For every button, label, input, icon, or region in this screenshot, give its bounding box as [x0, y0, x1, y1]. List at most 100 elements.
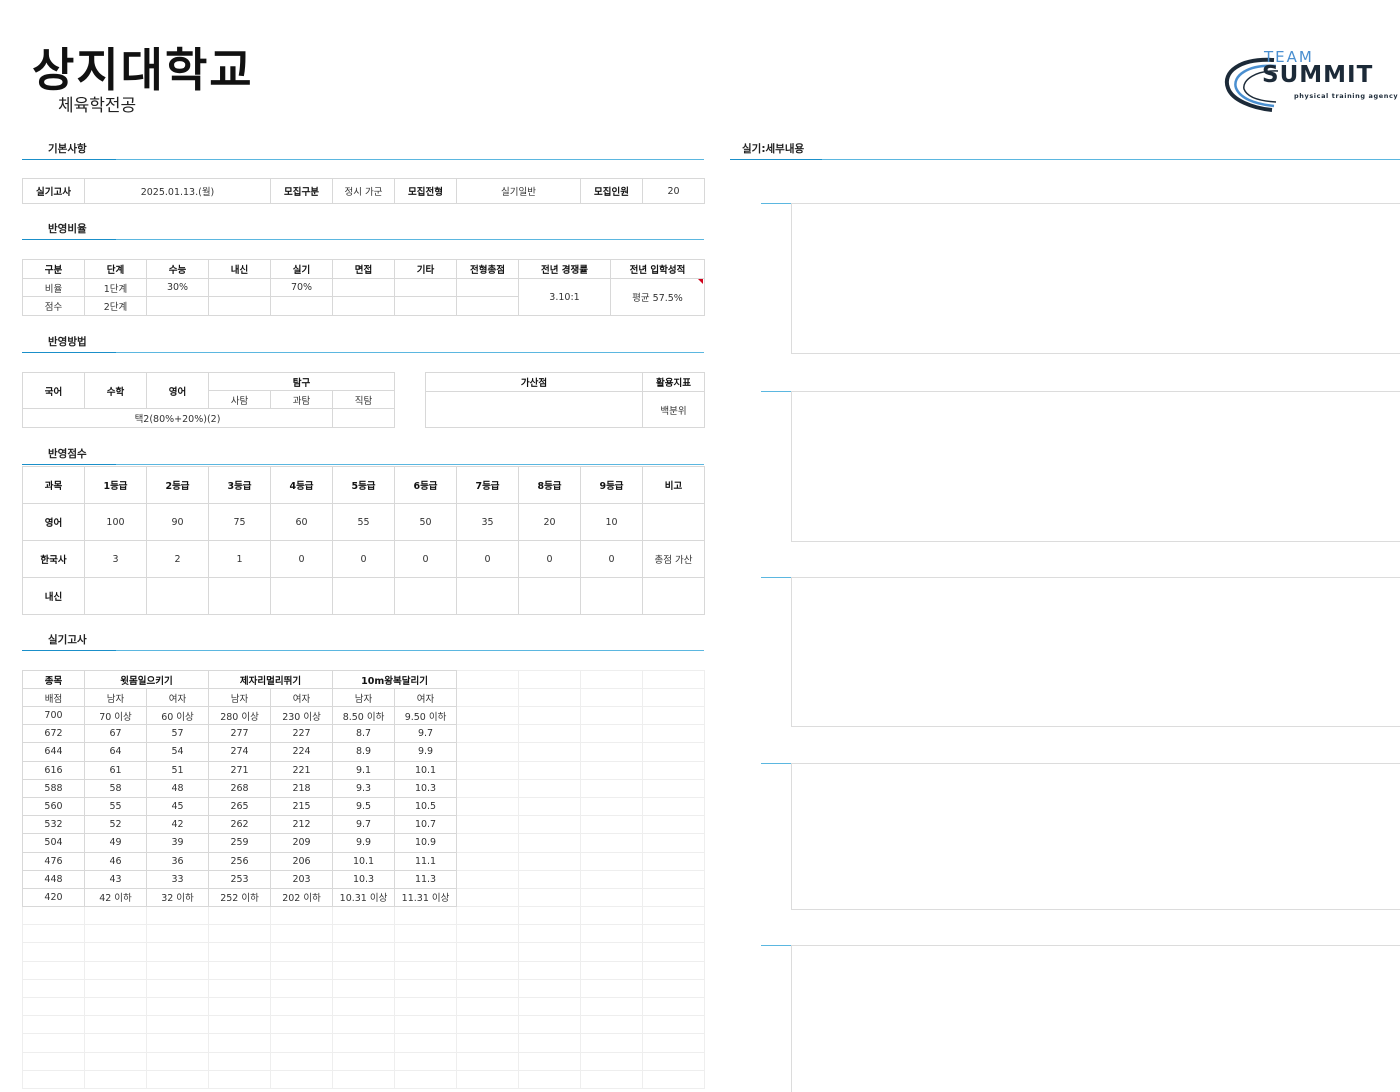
practical-cell: 221 [270, 760, 334, 780]
detail-panel-1[interactable] [791, 203, 1400, 354]
score-cell [580, 577, 643, 615]
practical-cell: 48 [145, 778, 210, 798]
empty-cell [22, 996, 85, 1017]
practical-cell: 227 [270, 724, 334, 744]
recruit-track-label: 모집전형 [394, 178, 457, 204]
empty-cell [456, 742, 520, 762]
practical-cell: 277 [208, 724, 272, 744]
score-cell: 75 [208, 503, 271, 541]
team-summit-logo: TEAM SUMMIT physical training agency [1222, 48, 1400, 112]
practical-cell: 55 [84, 796, 147, 817]
bonus-label: 가산점 [425, 372, 643, 392]
empty-cell [580, 851, 644, 871]
empty-cell [518, 688, 582, 707]
practical-cell: 230 이상 [270, 705, 334, 726]
bonus-value [425, 391, 643, 428]
ratio-cell [146, 296, 209, 316]
index-label: 활용지표 [642, 372, 705, 392]
score-header: 7등급 [456, 466, 519, 504]
practical-cell: 9.7 [394, 724, 458, 744]
score-cell: 50 [394, 503, 457, 541]
empty-cell [394, 1051, 458, 1071]
practical-cell: 36 [145, 851, 210, 871]
score-cell [394, 577, 457, 615]
practical-sex-label: 여자 [394, 688, 458, 707]
section-basic: 기본사항 [22, 142, 704, 160]
ratio-cell: 1단계 [84, 278, 147, 297]
empty-cell [642, 851, 706, 871]
score-cell: 0 [270, 540, 333, 578]
practical-cell: 54 [145, 742, 210, 762]
practical-cell: 64 [84, 742, 147, 762]
detail-panel-4[interactable] [791, 763, 1400, 910]
empty-cell [456, 760, 520, 780]
empty-cell [456, 796, 520, 817]
practical-cell: 57 [145, 724, 210, 744]
detail-panel-3[interactable] [791, 577, 1400, 727]
empty-cell [518, 906, 582, 926]
cell-comment-marker[interactable] [698, 279, 703, 284]
practical-row: 644 64 54 274 224 8.9 9.9 [22, 742, 706, 762]
practical-cell: 33 [145, 869, 210, 889]
ratio-cell [208, 296, 271, 316]
empty-cell [332, 960, 396, 980]
detail-panel-5[interactable] [791, 945, 1400, 1092]
empty-cell [518, 851, 582, 871]
recruit-track-value: 실기일반 [456, 178, 581, 204]
empty-cell [456, 815, 520, 835]
section-method-label: 반영방법 [22, 335, 116, 353]
practical-cell: 9.9 [394, 742, 458, 762]
score-cell: 0 [580, 540, 643, 578]
practical-row: 700 70 이상 60 이상 280 이상 230 이상 8.50 이하 9.50 이하 [22, 705, 706, 726]
empty-cell [332, 1051, 396, 1071]
score-cell: 0 [518, 540, 581, 578]
empty-cell [580, 670, 644, 689]
empty-cell [642, 705, 706, 726]
basic-info-table: 실기고사 2025.01.13.(월) 모집구분 정시 가군 모집전형 실기일반… [22, 178, 705, 204]
section-practical: 실기고사 [22, 633, 704, 651]
ratio-cell [332, 296, 395, 316]
score-header: 2등급 [146, 466, 209, 504]
practical-cell: 9.3 [332, 778, 396, 798]
practical-cell: 39 [145, 833, 210, 853]
empty-cell [22, 1015, 85, 1035]
method-empty-cell [331, 408, 396, 428]
empty-cell [145, 1051, 210, 1071]
empty-row [22, 996, 706, 1017]
ratio-cell: 비율 [22, 278, 85, 297]
practical-row: 588 58 48 268 218 9.3 10.3 [22, 778, 706, 798]
ratio-header: 내신 [208, 259, 271, 279]
score-subject: 내신 [22, 577, 85, 615]
empty-cell [518, 705, 582, 726]
practical-cell: 8.7 [332, 724, 396, 744]
empty-cell [642, 760, 706, 780]
recruit-type-label: 모집구분 [270, 178, 333, 204]
empty-cell [580, 705, 644, 726]
practical-cell: 70 이상 [84, 705, 147, 726]
practical-points: 560 [22, 796, 85, 817]
practical-cell: 206 [270, 851, 334, 871]
practical-row: 504 49 39 259 209 9.9 10.9 [22, 833, 706, 853]
practical-cell: 265 [208, 796, 272, 817]
score-cell [270, 577, 333, 615]
section-practical-label: 실기고사 [22, 633, 116, 651]
empty-cell [270, 906, 334, 926]
prev-admission-score: 평균 57.5% [610, 278, 705, 316]
detail-panel-2[interactable] [791, 391, 1400, 542]
empty-cell [518, 778, 582, 798]
practical-cell: 212 [270, 815, 334, 835]
score-table: 과목 1등급 2등급 3등급 4등급 5등급 6등급 7등급 8등급 9등급 비… [22, 466, 705, 615]
practical-cell: 280 이상 [208, 705, 272, 726]
quota-label: 모집인원 [580, 178, 643, 204]
score-cell: 3 [84, 540, 147, 578]
empty-cell [84, 942, 147, 962]
practical-row: 448 43 33 253 203 10.3 11.3 [22, 869, 706, 889]
empty-cell [84, 1033, 147, 1053]
practical-points: 532 [22, 815, 85, 835]
empty-cell [456, 942, 520, 962]
method-table: 국어 수학 영어 탐구 사탐 과탐 직탐 택2(80%+20%)(2) [22, 372, 396, 428]
empty-cell [22, 942, 85, 962]
empty-cell [84, 1069, 147, 1089]
ratio-header: 수능 [146, 259, 209, 279]
empty-cell [84, 1015, 147, 1035]
